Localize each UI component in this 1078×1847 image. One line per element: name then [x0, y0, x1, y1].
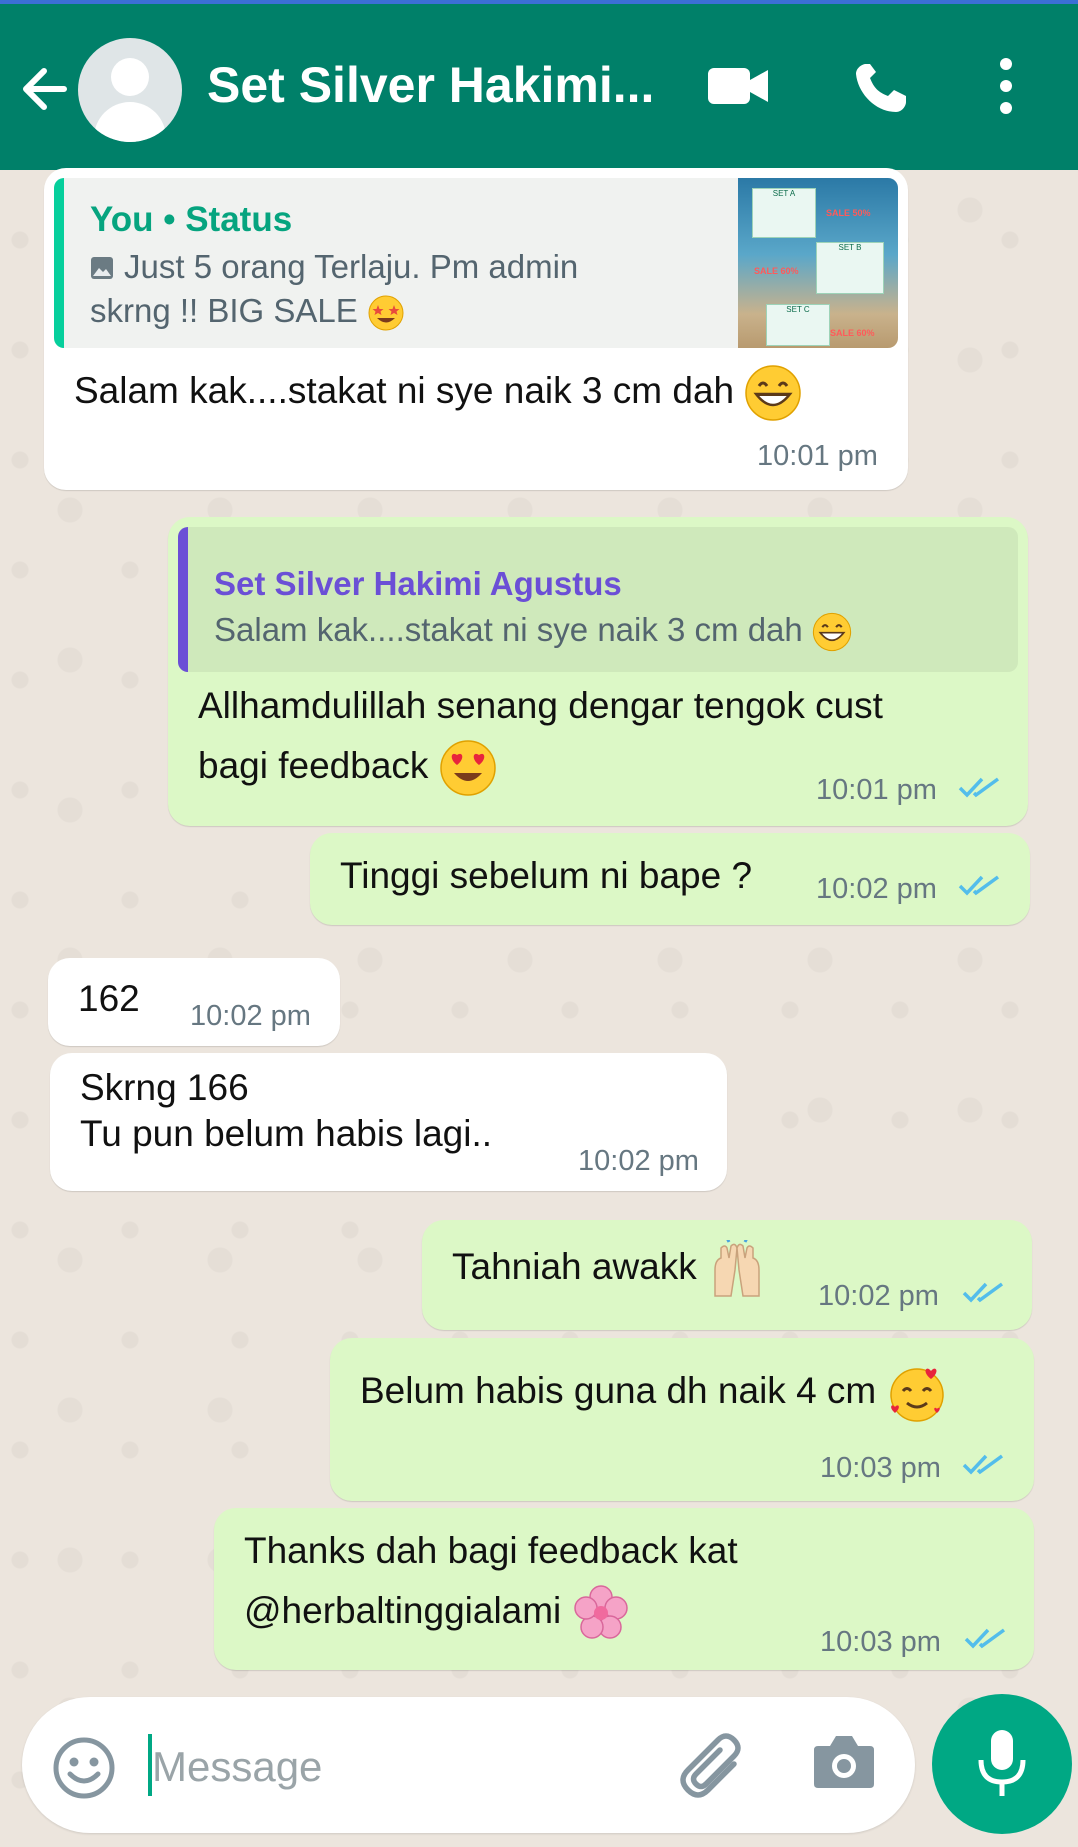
chat-header: Set Silver Hakimi... — [0, 4, 1078, 170]
thumb-label: SALE 60% — [754, 266, 799, 276]
cherry-blossom-emoji-icon — [573, 1585, 628, 1639]
message-time: 10:03 pm — [820, 1452, 941, 1484]
read-receipt-icon — [958, 875, 1000, 896]
grinning-face-emoji-icon — [745, 365, 802, 421]
quoted-author: You • Status — [90, 200, 293, 239]
mic-icon — [978, 1730, 1026, 1796]
emoji-icon[interactable] — [52, 1736, 116, 1800]
message-bubble-outgoing[interactable]: Set Silver Hakimi Agustus Salam kak....s… — [168, 517, 1028, 826]
back-arrow-icon[interactable] — [18, 59, 70, 119]
grinning-face-emoji-icon — [812, 613, 852, 652]
smiling-face-with-hearts-emoji-icon — [889, 1368, 944, 1422]
quoted-line-2-text: skrng !! BIG SALE — [90, 292, 358, 329]
quoted-text-content: Salam kak....stakat ni sye naik 3 cm dah — [214, 611, 803, 648]
video-call-icon[interactable] — [706, 64, 770, 108]
message-bubble-outgoing[interactable]: Tinggi sebelum ni bape ? 10:02 pm — [310, 833, 1030, 925]
contact-name[interactable]: Set Silver Hakimi... — [207, 56, 667, 114]
message-time: 10:02 pm — [816, 873, 937, 905]
star-struck-emoji-icon — [368, 295, 404, 331]
raising-hands-emoji-icon — [714, 1240, 760, 1297]
message-time: 10:01 pm — [757, 440, 878, 472]
message-line-2-text: @herbaltinggialami — [244, 1590, 562, 1631]
quoted-text: Salam kak....stakat ni sye naik 3 cm dah — [214, 611, 852, 652]
message-text: 162 — [78, 978, 140, 1019]
message-text: Tinggi sebelum ni bape ? — [340, 855, 753, 896]
quoted-line-1: Just 5 orang Terlaju. Pm admin — [124, 248, 579, 285]
message-bubble-outgoing[interactable]: Tahniah awakk 10:02 pm — [422, 1220, 1032, 1330]
message-bubble-outgoing[interactable]: Thanks dah bagi feedback kat @herbalting… — [214, 1508, 1034, 1670]
thumb-label: SET B — [838, 243, 862, 252]
avatar[interactable] — [78, 38, 182, 142]
read-receipt-icon — [962, 1454, 1004, 1475]
message-time: 10:03 pm — [820, 1626, 941, 1658]
message-text: Belum habis guna dh naik 4 cm — [360, 1362, 947, 1423]
message-time: 10:02 pm — [190, 1000, 311, 1032]
thumb-label: SALE 60% — [830, 328, 875, 338]
message-line-2: bagi feedback — [198, 737, 497, 797]
message-bubble-incoming[interactable]: 162 10:02 pm — [48, 958, 340, 1046]
message-line-1: Thanks dah bagi feedback kat — [244, 1530, 738, 1571]
quoted-message[interactable]: Set Silver Hakimi Agustus Salam kak....s… — [178, 527, 1018, 672]
read-receipt-icon — [964, 1628, 1006, 1649]
camera-icon[interactable] — [812, 1730, 876, 1790]
message-input[interactable]: Message — [152, 1743, 322, 1791]
message-text-content: Tahniah awakk — [452, 1246, 697, 1287]
heart-eyes-emoji-icon — [439, 740, 496, 796]
thumb-label: SET A — [772, 189, 796, 198]
quoted-author: Set Silver Hakimi Agustus — [214, 565, 622, 602]
message-line-2: Tu pun belum habis lagi.. — [80, 1113, 493, 1154]
message-time: 10:02 pm — [578, 1145, 699, 1177]
message-bubble-incoming[interactable]: You • Status Just 5 orang Terlaju. Pm ad… — [44, 168, 908, 490]
read-receipt-icon — [962, 1282, 1004, 1303]
message-time: 10:02 pm — [818, 1280, 939, 1312]
image-icon — [91, 257, 113, 279]
message-line-1: Allhamdulillah senang dengar tengok cust — [198, 685, 883, 726]
status-thumbnail[interactable]: SET A SALE 50% SET B SALE 60% SET C SALE… — [738, 178, 898, 348]
message-text: Tahniah awakk — [452, 1238, 767, 1298]
quoted-status[interactable]: You • Status Just 5 orang Terlaju. Pm ad… — [54, 178, 898, 348]
message-bubble-outgoing[interactable]: Belum habis guna dh naik 4 cm 10:03 pm — [330, 1338, 1034, 1501]
message-text-content: Belum habis guna dh naik 4 cm — [360, 1370, 877, 1411]
voice-call-icon[interactable] — [852, 60, 910, 116]
mic-button[interactable] — [932, 1694, 1072, 1834]
message-bubble-incoming[interactable]: Skrng 166 Tu pun belum habis lagi.. 10:0… — [50, 1053, 727, 1191]
message-text: Salam kak....stakat ni sye naik 3 cm dah — [74, 362, 802, 422]
thumb-label: SET C — [786, 305, 810, 314]
read-receipt-icon — [958, 777, 1000, 798]
message-time: 10:01 pm — [816, 774, 937, 806]
quoted-line-2: skrng !! BIG SALE — [90, 292, 405, 332]
attach-icon[interactable] — [678, 1730, 748, 1806]
message-line-2-text: bagi feedback — [198, 745, 429, 786]
thumb-label: SALE 50% — [826, 208, 871, 218]
more-options-icon[interactable] — [994, 56, 1018, 116]
message-line-2: @herbaltinggialami — [244, 1582, 630, 1642]
message-text-content: Salam kak....stakat ni sye naik 3 cm dah — [74, 370, 735, 411]
message-line-1: Skrng 166 — [80, 1067, 249, 1108]
